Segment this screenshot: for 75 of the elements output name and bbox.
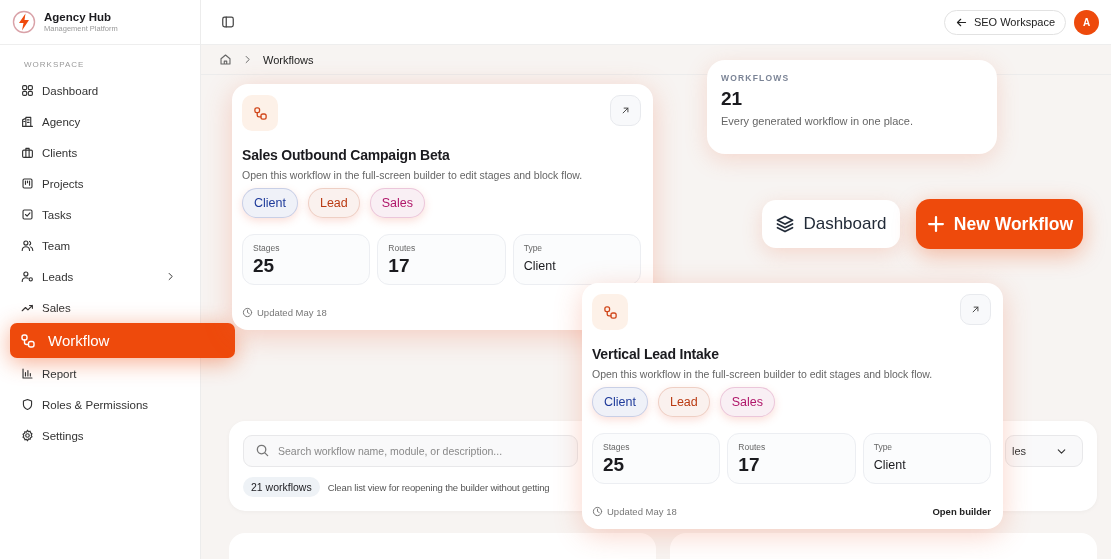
card-description: Open this workflow in the full-screen builder to edit stages and block flow.: [592, 368, 934, 380]
tag: Sales: [719, 387, 776, 417]
filter-dropdown[interactable]: les: [1005, 435, 1083, 467]
workspace-button[interactable]: SEO Workspace: [943, 9, 1066, 35]
count-badge: 21 workflows: [243, 477, 320, 497]
tile-value: 17: [738, 454, 761, 476]
tag: Lead: [307, 188, 360, 218]
sidebar-item[interactable]: Tasks: [0, 199, 200, 230]
card-description: Open this workflow in the full-screen builder to edit stages and block flow.: [242, 169, 584, 181]
brand-name: Agency Hub: [44, 11, 113, 23]
search-field[interactable]: Search workflow name, module, or description...: [243, 435, 578, 467]
sidebar-item[interactable]: Projects: [0, 168, 200, 199]
tile-value: 17: [388, 255, 411, 277]
stat-label: WORKFLOWS: [721, 73, 791, 83]
sidebar-item-icon: [21, 84, 34, 97]
updated-date: Updated May 18: [242, 307, 327, 318]
sidebar-item-icon: [21, 270, 34, 283]
dashboard-button[interactable]: Dashboard: [762, 200, 900, 248]
tile-label: Stages: [253, 243, 281, 253]
clock-icon: [592, 506, 603, 517]
summary-text: Clean list view for reopening the builder without getting: [327, 481, 550, 493]
sidebar-item-icon: [21, 239, 34, 252]
sidebar-item-icon: [21, 208, 34, 221]
new-workflow-button[interactable]: New Workflow: [916, 199, 1083, 249]
breadcrumb-item[interactable]: Workflows: [263, 53, 314, 66]
tile-label: Routes: [738, 442, 767, 452]
user-avatar[interactable]: A: [1074, 9, 1099, 35]
search-icon: [255, 443, 270, 458]
sidebar-item-icon: [21, 429, 34, 442]
sidebar-item[interactable]: Clients: [0, 137, 200, 168]
sidebar-item[interactable]: Report: [0, 358, 200, 389]
sidebar-item-icon: [21, 367, 34, 380]
stat-caption: Every generated workflow in one place.: [721, 115, 914, 127]
tag: Client: [592, 387, 648, 417]
clock-icon: [242, 307, 253, 318]
sidebar-item[interactable]: Settings: [0, 420, 200, 451]
sidebar-item[interactable]: Agency: [0, 106, 200, 137]
tag: Lead: [657, 387, 710, 417]
chevron-right-icon: [242, 54, 253, 65]
sidebar-item[interactable]: Team: [0, 230, 200, 261]
sidebar-item-icon: [20, 332, 36, 349]
card-title: Sales Outbound Campaign Beta: [242, 147, 451, 163]
sidebar-item-icon: [21, 177, 34, 190]
home-icon[interactable]: [219, 53, 232, 66]
stat-value: 21: [721, 88, 744, 110]
tile-value: Client: [523, 259, 557, 273]
open-builder-link[interactable]: Open builder: [932, 506, 991, 517]
tag: Sales: [369, 188, 426, 218]
sidebar-item[interactable]: Sales: [0, 292, 200, 323]
tile-label: Type: [523, 243, 544, 253]
workflow-icon: [242, 95, 278, 131]
arrow-up-right-icon: [620, 105, 631, 116]
tile-label: Type: [873, 442, 894, 452]
workflow-icon: [592, 294, 628, 330]
sidebar-item[interactable]: Leads: [0, 261, 200, 292]
sidebar-item-icon: [21, 398, 34, 411]
tile-value: Client: [873, 458, 907, 472]
sidebar-item-icon: [21, 146, 34, 159]
sidebar-item[interactable]: Workflow: [10, 323, 235, 358]
tag: Client: [242, 188, 298, 218]
section-label: WORKSPACE: [23, 59, 86, 71]
card-title: Vertical Lead Intake: [592, 346, 720, 362]
layers-icon: [775, 214, 796, 234]
sidebar-toggle-icon[interactable]: [221, 15, 235, 29]
sidebar-item-icon: [21, 115, 34, 128]
sidebar-item[interactable]: Roles & Permissions: [0, 389, 200, 420]
plus-icon: [925, 214, 946, 234]
tile-value: 25: [253, 255, 276, 277]
bolt-logo-icon: [12, 10, 36, 34]
arrow-up-right-icon: [970, 304, 981, 315]
tile-label: Routes: [388, 243, 417, 253]
sidebar-item[interactable]: Dashboard: [0, 75, 200, 106]
tile-label: Stages: [603, 442, 631, 452]
tile-value: 25: [603, 454, 626, 476]
updated-date: Updated May 18: [592, 506, 677, 517]
